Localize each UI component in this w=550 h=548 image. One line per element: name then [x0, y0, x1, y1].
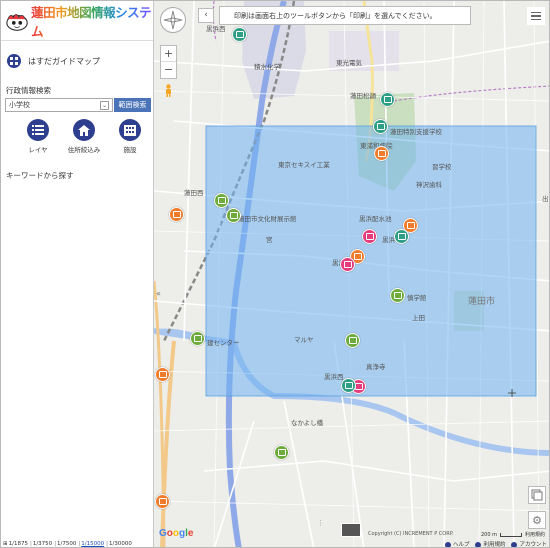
map-label: 黒浜配水池 — [359, 215, 392, 223]
map-label: 蓮田市文化財展示館 — [238, 215, 297, 223]
terms-link[interactable]: 利用規約 — [475, 540, 505, 547]
facility-label: 施設 — [123, 146, 137, 154]
map-label: なかよし橋 — [291, 419, 324, 427]
map-label: 黒浜西 — [324, 373, 344, 381]
admin-search-title: 行政情報検索 — [6, 86, 51, 95]
facility-marker[interactable] — [226, 208, 241, 223]
guide-map-label: はすだガイドマップ — [28, 56, 100, 66]
app-logo[interactable]: 蓮田市地図情報システム — [5, 2, 153, 40]
keyword-search-label[interactable]: キーワードから探す — [6, 170, 153, 181]
zoom-out-button[interactable]: − — [161, 62, 176, 78]
account-link[interactable]: アカウント — [511, 540, 547, 547]
facility-marker[interactable] — [169, 207, 184, 222]
building-icon — [119, 119, 141, 141]
map-label: 蓮田松韻 — [350, 92, 376, 100]
street-view-thumbnail[interactable] — [341, 523, 361, 537]
pegman-icon[interactable] — [163, 84, 174, 97]
scale-option[interactable]: 1/3750 — [33, 541, 52, 547]
terms-icon — [475, 541, 482, 547]
facility-marker[interactable] — [274, 445, 289, 460]
scale-option[interactable]: 1/1875 — [9, 541, 28, 547]
facility-marker[interactable] — [155, 367, 170, 382]
facility-marker[interactable] — [341, 378, 356, 393]
map-label: 上田 — [412, 314, 425, 322]
facility-marker[interactable] — [362, 229, 377, 244]
header: 蓮田市地図情報システム — [1, 1, 153, 41]
grid-icon — [7, 54, 21, 68]
map-label: 建センター — [207, 339, 240, 347]
layer-label: レイヤ — [28, 146, 48, 154]
house-icon — [73, 119, 95, 141]
scale-option[interactable]: 1/7500 — [57, 541, 76, 547]
scale-icon: ⊞ — [3, 541, 8, 547]
help-link[interactable]: ヘルプ — [444, 540, 469, 547]
drag-handle-icon[interactable]: ⋮ — [317, 519, 327, 537]
map-label: 神沢歯科 — [416, 181, 442, 189]
facility-button[interactable]: 施設 — [107, 119, 153, 154]
admin-search-row: 小学校 ⌄ 範囲検索 — [5, 98, 153, 112]
category-select[interactable]: 小学校 ⌄ — [5, 98, 113, 112]
sidebar: 蓮田市地図情報システム はすだガイドマップ 行政情報検索 小学校 ⌄ 範囲検索 … — [1, 1, 154, 547]
guide-map-link[interactable]: はすだガイドマップ — [1, 50, 153, 72]
address-filter-button[interactable]: 住所絞込み — [61, 119, 107, 154]
map-label: 東京セキスイ工業 — [278, 161, 330, 169]
google-logo: Google — [159, 528, 194, 539]
back-arrow-icon[interactable]: ‹ — [198, 8, 214, 23]
print-notice: 印刷は画面右上のツールボタンから「印刷」を選んでください。 — [219, 6, 471, 25]
facility-marker[interactable] — [214, 193, 229, 208]
map-scalebar: 200 m 利用規約 — [480, 531, 545, 539]
scale-distance: 200 m — [480, 531, 497, 538]
facility-marker[interactable] — [232, 27, 247, 42]
layer-button[interactable]: レイヤ — [15, 119, 61, 154]
map-label: 積水化学 — [254, 63, 280, 71]
list-icon — [27, 119, 49, 141]
map-label: 蓮田西 — [184, 189, 204, 197]
facility-marker[interactable] — [380, 92, 395, 107]
scale-option-selected[interactable]: 1/15000 — [81, 541, 104, 547]
mascot-icon — [6, 13, 28, 31]
tool-row: レイヤ 住所絞込み 施設 — [1, 119, 153, 154]
map-label: 真浄寺 — [366, 363, 386, 371]
zoom-control: + − — [160, 45, 177, 79]
map-label: マルヤ — [294, 336, 314, 344]
chevron-down-icon: ⌄ — [100, 100, 109, 110]
map-label: 東光電気 — [336, 59, 362, 67]
map-base — [154, 1, 549, 547]
facility-marker[interactable] — [373, 119, 388, 134]
map-label: 習学校 — [432, 163, 452, 171]
zoom-in-button[interactable]: + — [161, 46, 176, 62]
map-terms-link[interactable]: 利用規約 — [525, 531, 545, 538]
menu-icon[interactable] — [527, 7, 545, 25]
facility-marker[interactable] — [394, 229, 409, 244]
facility-marker[interactable] — [340, 257, 355, 272]
category-select-value: 小学校 — [9, 101, 30, 109]
compass-icon[interactable] — [160, 7, 186, 33]
help-icon — [444, 541, 451, 547]
facility-marker[interactable] — [390, 288, 405, 303]
facility-marker[interactable] — [155, 494, 170, 509]
map-label-city: 蓮田市 — [468, 297, 496, 307]
map-canvas[interactable]: 黒浜西 積水化学 東光電気 蓮田松韻 蓮田特別支援学校 東浦和病院 東京セキスイ… — [154, 1, 549, 547]
scale-selector: ⊞ 1/1875 | 1/3750 | 1/7500 | 1/15000 | 1/300… — [3, 541, 132, 547]
map-label: 出 — [542, 195, 549, 203]
app-title: 蓮田市地図情報システム — [31, 2, 153, 40]
range-search-button[interactable]: 範囲検索 — [114, 98, 151, 112]
map-label: 宮 — [266, 236, 273, 244]
facility-marker[interactable] — [374, 146, 389, 161]
map-label: 慎学館 — [407, 294, 427, 302]
app-window: 蓮田市地図情報システム はすだガイドマップ 行政情報検索 小学校 ⌄ 範囲検索 … — [0, 0, 550, 548]
map-copyright: Copyright (C) INCREMENT P CORP. — [368, 531, 454, 537]
collapse-sidebar-icon[interactable]: « — [154, 289, 163, 303]
scale-bar — [499, 532, 522, 537]
address-filter-label: 住所絞込み — [67, 146, 101, 154]
map-label: 蓮田特別支援学校 — [390, 128, 442, 136]
facility-marker[interactable] — [345, 333, 360, 348]
facility-marker[interactable] — [190, 331, 205, 346]
footer-links: ヘルプ 利用規約 アカウント — [444, 539, 547, 547]
scale-option[interactable]: 1/30000 — [109, 541, 132, 547]
layers-icon[interactable] — [528, 486, 546, 504]
account-icon — [511, 541, 518, 547]
gear-icon[interactable]: ⚙ — [528, 511, 546, 529]
